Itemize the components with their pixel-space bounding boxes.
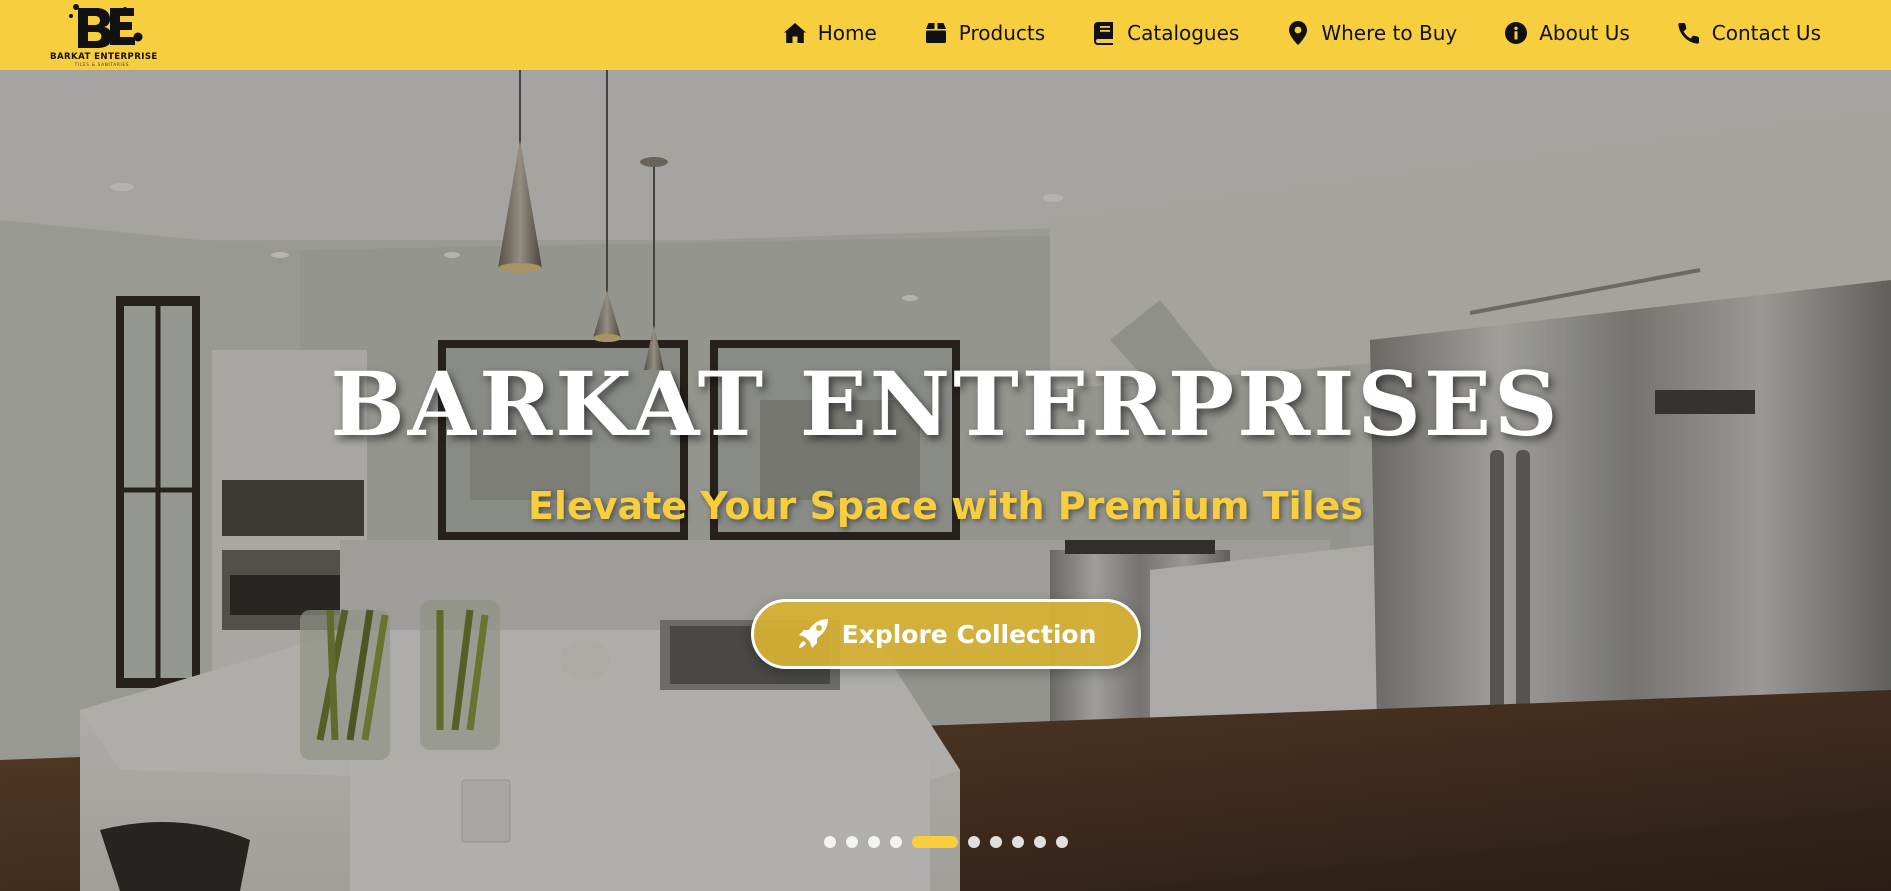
explore-collection-button[interactable]: Explore Collection: [751, 599, 1141, 669]
nav-label-contact-us: Contact Us: [1711, 21, 1821, 45]
nav-label-products: Products: [958, 21, 1046, 45]
info-icon: [1504, 21, 1528, 45]
carousel-dot[interactable]: [867, 836, 880, 848]
home-icon: [783, 21, 807, 45]
box-icon: [924, 21, 948, 45]
carousel-dot[interactable]: [889, 836, 902, 848]
carousel-dot[interactable]: [845, 836, 858, 848]
carousel-dot[interactable]: [1033, 836, 1046, 848]
book-icon: [1092, 21, 1116, 45]
rocket-icon: [796, 617, 830, 651]
carousel-dot[interactable]: [967, 836, 980, 848]
carousel-indicators: [0, 834, 1891, 850]
nav-item-contact-us[interactable]: Contact Us: [1677, 21, 1821, 45]
carousel-dot[interactable]: [1055, 836, 1068, 848]
map-pin-icon: [1286, 21, 1310, 45]
brand-logo[interactable]: BARKAT ENTERPRISE TILES & SANITARIES: [50, 0, 158, 68]
nav-item-about-us[interactable]: About Us: [1504, 21, 1630, 45]
brand-name: BARKAT ENTERPRISE: [50, 52, 158, 62]
carousel-dot-active[interactable]: [911, 836, 958, 848]
hero-dark-overlay: [0, 70, 1891, 891]
explore-collection-label: Explore Collection: [841, 619, 1097, 649]
carousel-dot[interactable]: [989, 836, 1002, 848]
main-nav: Home Products Catalogues Where to Buy Ab…: [783, 0, 1821, 66]
carousel-dot[interactable]: [1011, 836, 1024, 848]
nav-label-about-us: About Us: [1539, 21, 1630, 45]
nav-label-home: Home: [817, 21, 877, 45]
nav-item-where-to-buy[interactable]: Where to Buy: [1286, 21, 1457, 45]
hero-carousel: BARKAT ENTERPRISES Elevate Your Space wi…: [0, 70, 1891, 891]
carousel-dot[interactable]: [823, 836, 836, 848]
hero-title: BARKAT ENTERPRISES: [330, 352, 1561, 456]
hero-subtitle: Elevate Your Space with Premium Tiles: [527, 484, 1364, 528]
nav-label-catalogues: Catalogues: [1127, 21, 1240, 45]
brand-tagline: TILES & SANITARIES: [74, 62, 130, 67]
nav-label-where-to-buy: Where to Buy: [1321, 21, 1458, 45]
phone-icon: [1677, 21, 1701, 45]
nav-item-home[interactable]: Home: [783, 21, 877, 45]
nav-item-catalogues[interactable]: Catalogues: [1092, 21, 1239, 45]
top-navbar: BARKAT ENTERPRISE TILES & SANITARIES Hom…: [0, 0, 1891, 70]
logo-mark-graphic: [69, 4, 143, 48]
nav-item-products[interactable]: Products: [924, 21, 1045, 45]
